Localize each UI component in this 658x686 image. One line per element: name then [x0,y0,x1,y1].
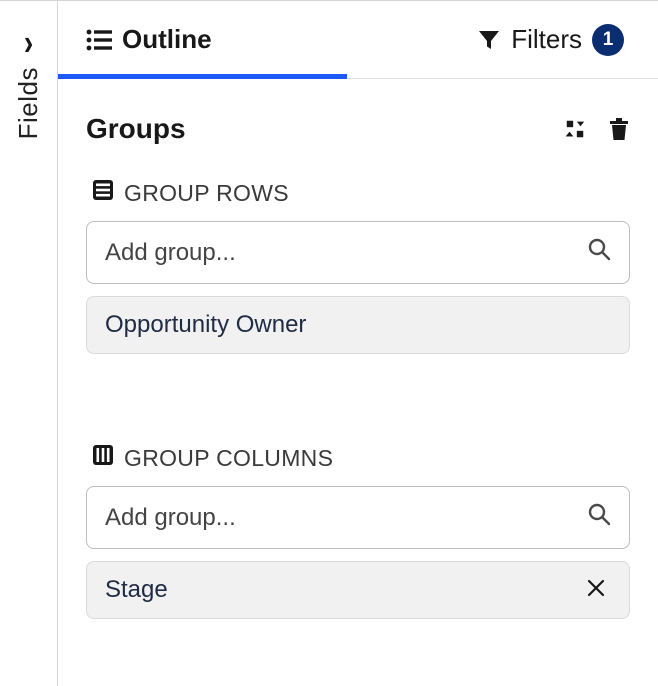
group-column-pill-label: Stage [105,576,168,604]
group-row-pill-label: Opportunity Owner [105,311,306,339]
report-builder-panel: › Fields Outline [0,0,658,686]
remove-group-column-button[interactable] [581,574,611,606]
group-rows-label: GROUP ROWS [124,180,289,207]
search-icon [587,502,611,533]
delete-groups-button[interactable] [608,117,630,141]
groups-actions [564,117,630,141]
chevron-right-icon: › [24,25,33,61]
outline-content: Groups [58,79,658,619]
group-rows-input[interactable] [105,239,587,267]
group-row-pill[interactable]: Opportunity Owner [86,296,630,354]
tab-filters-label: Filters [511,24,582,55]
tab-filters[interactable]: Filters 1 [347,1,630,78]
tab-outline-label: Outline [122,24,212,55]
filters-count-badge: 1 [592,24,624,56]
groups-header: Groups [86,113,630,145]
group-columns-input[interactable] [105,504,587,532]
search-icon [587,237,611,268]
tab-outline[interactable]: Outline [86,1,347,78]
rows-icon [92,179,114,207]
fields-sidebar-label: Fields [13,67,44,139]
panel-tabs: Outline Filters 1 [58,1,658,79]
group-rows-label-row: GROUP ROWS [92,179,630,207]
group-rows-search[interactable] [86,221,630,284]
group-columns-label: GROUP COLUMNS [124,445,333,472]
group-column-pill[interactable]: Stage [86,561,630,619]
groups-title: Groups [86,113,186,145]
filter-funnel-icon [477,28,501,52]
group-columns-search[interactable] [86,486,630,549]
columns-icon [92,444,114,472]
outline-panel: Outline Filters 1 Groups [58,1,658,686]
swap-groups-button[interactable] [564,118,586,140]
group-columns-label-row: GROUP COLUMNS [92,444,630,472]
outline-list-icon [86,28,112,52]
fields-sidebar-collapsed[interactable]: › Fields [0,1,58,686]
